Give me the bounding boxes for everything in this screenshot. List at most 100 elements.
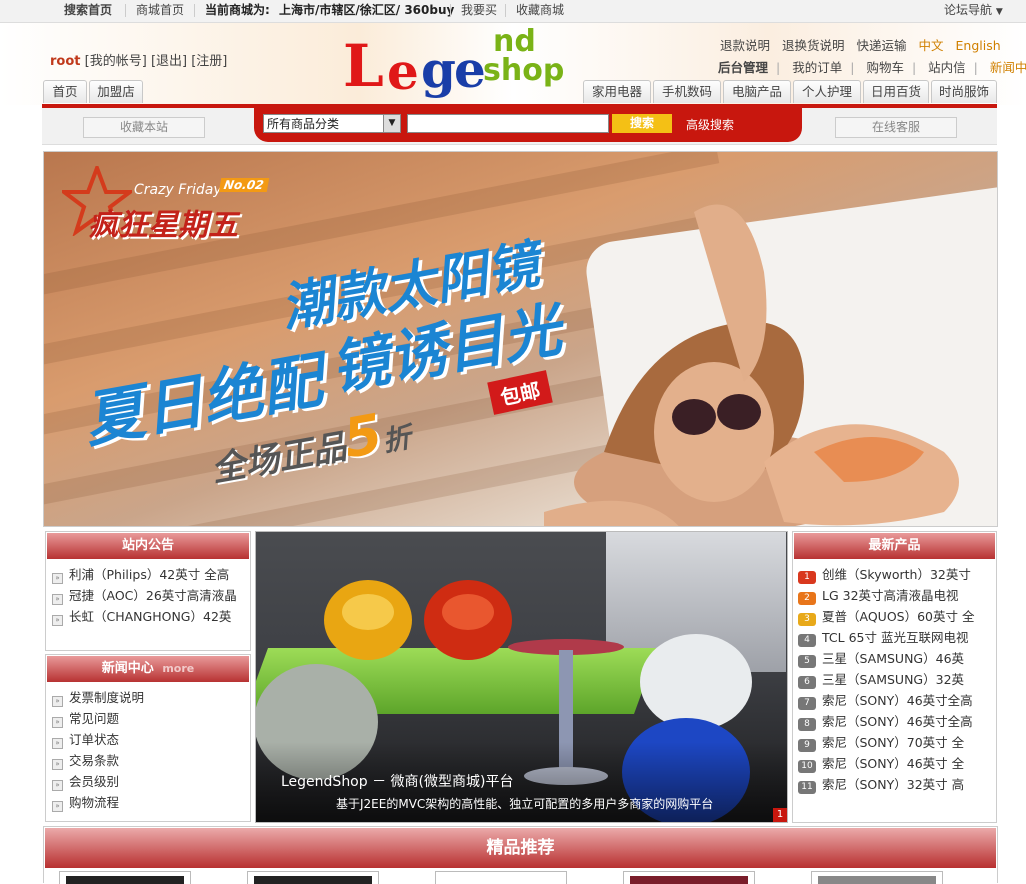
- logo-letter-e: e: [387, 42, 419, 101]
- rank-badge-icon: 3: [798, 613, 816, 626]
- product-name: LG 32英寸高清液晶电视: [822, 588, 959, 603]
- list-item[interactable]: » 冠捷（AOC）26英寸高清液晶: [52, 585, 250, 606]
- list-item[interactable]: » 交易条款: [52, 750, 250, 771]
- issue-badge: No.02: [218, 178, 269, 192]
- news-box: 新闻中心 more » 发票制度说明 » 常见问题 » 订单状态 » 交易条款 » 会员级…: [45, 654, 251, 822]
- tab-daily-goods[interactable]: 日用百货: [863, 80, 929, 103]
- list-item[interactable]: » 利浦（Philips）42英寸 全高: [52, 564, 250, 585]
- product-name: 三星（SAMSUNG）46英: [822, 651, 965, 666]
- shipping-link[interactable]: 快递运输: [857, 38, 907, 53]
- slide-caption-subtitle: 基于J2EE的MVC架构的高性能、独立可配置的多用户多商家的网购平台: [336, 797, 714, 811]
- list-item[interactable]: 4 TCL 65寸 蓝光互联网电视: [798, 627, 996, 648]
- product-thumbnail[interactable]: [247, 871, 379, 884]
- product-name: 索尼（SONY）70英寸 全: [822, 735, 965, 750]
- legendshop-logo[interactable]: L e ge nd shop: [343, 27, 573, 97]
- news-text: 发票制度说明: [69, 690, 145, 705]
- list-item[interactable]: 6 三星（SAMSUNG）32英: [798, 669, 996, 690]
- want-buy-link[interactable]: 我要买: [461, 0, 497, 20]
- crazy-friday-title: 疯狂星期五: [88, 208, 238, 243]
- messages-link[interactable]: 站内信: [928, 60, 966, 75]
- promo-banner[interactable]: Crazy Friday No.02 疯狂星期五 潮款太阳镜 夏日绝配 镜诱目光…: [43, 151, 998, 527]
- news-more-link[interactable]: more: [162, 662, 194, 675]
- crazy-friday-en: Crazy Friday: [134, 182, 222, 198]
- list-item[interactable]: 3 夏普（AQUOS）60英寸 全: [798, 606, 996, 627]
- online-service-button[interactable]: 在线客服: [835, 117, 957, 138]
- news-text: 交易条款: [69, 753, 120, 768]
- arrow-bullet-icon: »: [52, 615, 63, 626]
- tab-computers[interactable]: 电脑产品: [723, 80, 791, 103]
- mall-home-link[interactable]: 商城首页: [136, 0, 184, 20]
- tab-home[interactable]: 首页: [43, 80, 87, 103]
- announcement-text: 冠捷（AOC）26英寸高清液晶: [69, 588, 237, 603]
- news-text: 会员级别: [69, 774, 120, 789]
- search-button[interactable]: 搜索: [612, 114, 672, 133]
- recommendations-title: 精品推荐: [45, 828, 996, 868]
- logout-link[interactable]: [退出]: [151, 54, 187, 69]
- list-item[interactable]: 7 索尼（SONY）46英寸全高: [798, 690, 996, 711]
- list-item[interactable]: 10 索尼（SONY）46英寸 全: [798, 753, 996, 774]
- rank-badge-icon: 6: [798, 676, 816, 689]
- news-text: 购物流程: [69, 795, 120, 810]
- arrow-bullet-icon: »: [52, 738, 63, 749]
- list-item[interactable]: » 常见问题: [52, 708, 250, 729]
- favorite-mall-link[interactable]: 收藏商城: [516, 0, 564, 20]
- search-home-link[interactable]: 搜索首页: [64, 0, 112, 20]
- list-item[interactable]: 5 三星（SAMSUNG）46英: [798, 648, 996, 669]
- rank-badge-icon: 11: [798, 781, 816, 794]
- top-bar: 搜索首页 商城首页 当前商城为: 上海市/市辖区/徐汇区/ 360buy 我要买…: [0, 0, 1026, 23]
- list-item[interactable]: » 购物流程: [52, 792, 250, 813]
- tab-fashion[interactable]: 时尚服饰: [931, 80, 997, 103]
- refund-info-link[interactable]: 退款说明: [720, 38, 770, 53]
- list-item[interactable]: » 发票制度说明: [52, 687, 250, 708]
- latest-products-title: 最新产品: [794, 533, 995, 559]
- tab-appliances[interactable]: 家用电器: [583, 80, 651, 103]
- recommendations-section: 精品推荐: [43, 826, 998, 884]
- list-item[interactable]: » 会员级别: [52, 771, 250, 792]
- list-item[interactable]: 9 索尼（SONY）70英寸 全: [798, 732, 996, 753]
- tab-mobile-digital[interactable]: 手机数码: [653, 80, 721, 103]
- list-item[interactable]: 11 索尼（SONY）32英寸 高: [798, 774, 996, 795]
- tab-personal-care[interactable]: 个人护理: [793, 80, 861, 103]
- tab-franchise[interactable]: 加盟店: [89, 80, 143, 103]
- advanced-search-link[interactable]: 高级搜索: [686, 116, 734, 133]
- search-input[interactable]: [407, 114, 609, 133]
- product-name: 索尼（SONY）46英寸 全: [822, 756, 965, 771]
- slide-page-indicator[interactable]: 1: [773, 808, 787, 822]
- product-thumbnail[interactable]: [435, 871, 567, 884]
- arrow-bullet-icon: »: [52, 696, 63, 707]
- rank-badge-icon: 10: [798, 760, 816, 773]
- news-title-bar: 新闻中心 more: [47, 656, 249, 682]
- rank-badge-icon: 1: [798, 571, 816, 584]
- list-item[interactable]: » 长虹（CHANGHONG）42英: [52, 606, 250, 627]
- product-thumbnail[interactable]: [59, 871, 191, 884]
- list-item[interactable]: 2 LG 32英寸高清液晶电视: [798, 585, 996, 606]
- news-text: 订单状态: [69, 732, 120, 747]
- divider: [450, 4, 451, 17]
- announcement-text: 长虹（CHANGHONG）42英: [69, 609, 232, 624]
- caret-down-icon: ▼: [995, 7, 1003, 17]
- announcements-box: 站内公告 » 利浦（Philips）42英寸 全高 » 冠捷（AOC）26英寸高清液…: [45, 531, 251, 651]
- list-item[interactable]: » 订单状态: [52, 729, 250, 750]
- announcements-title: 站内公告: [47, 533, 249, 559]
- list-item[interactable]: 1 创维（Skyworth）32英寸: [798, 564, 996, 585]
- return-info-link[interactable]: 退换货说明: [782, 38, 845, 53]
- register-link[interactable]: [注册]: [191, 54, 227, 69]
- product-name: 创维（Skyworth）32英寸: [822, 567, 971, 582]
- product-thumbnail[interactable]: [811, 871, 943, 884]
- arrow-bullet-icon: »: [52, 780, 63, 791]
- header-links-row2: 后台管理| 我的订单| 购物车| 站内信| 新闻中心: [710, 57, 1026, 76]
- bookmark-site-button[interactable]: 收藏本站: [83, 117, 205, 138]
- rank-badge-icon: 7: [798, 697, 816, 710]
- list-item[interactable]: 8 索尼（SONY）46英寸全高: [798, 711, 996, 732]
- news-center-link[interactable]: 新闻中心: [990, 60, 1026, 75]
- cart-link[interactable]: 购物车: [866, 60, 904, 75]
- lang-zh-link[interactable]: 中文: [919, 38, 944, 53]
- my-orders-link[interactable]: 我的订单: [792, 60, 842, 75]
- my-account-link[interactable]: [我的帐号]: [85, 54, 147, 69]
- lang-en-link[interactable]: English: [956, 38, 1001, 53]
- category-select[interactable]: 所有商品分类 ▼: [263, 114, 401, 133]
- admin-link[interactable]: 后台管理: [718, 60, 768, 75]
- feature-slideshow[interactable]: LegendShop － 微商(微型商城)平台 基于J2EE的MVC架构的高性能…: [255, 531, 788, 823]
- forum-nav-dropdown[interactable]: 论坛导航 ▼: [944, 0, 1003, 22]
- product-thumbnail[interactable]: [623, 871, 755, 884]
